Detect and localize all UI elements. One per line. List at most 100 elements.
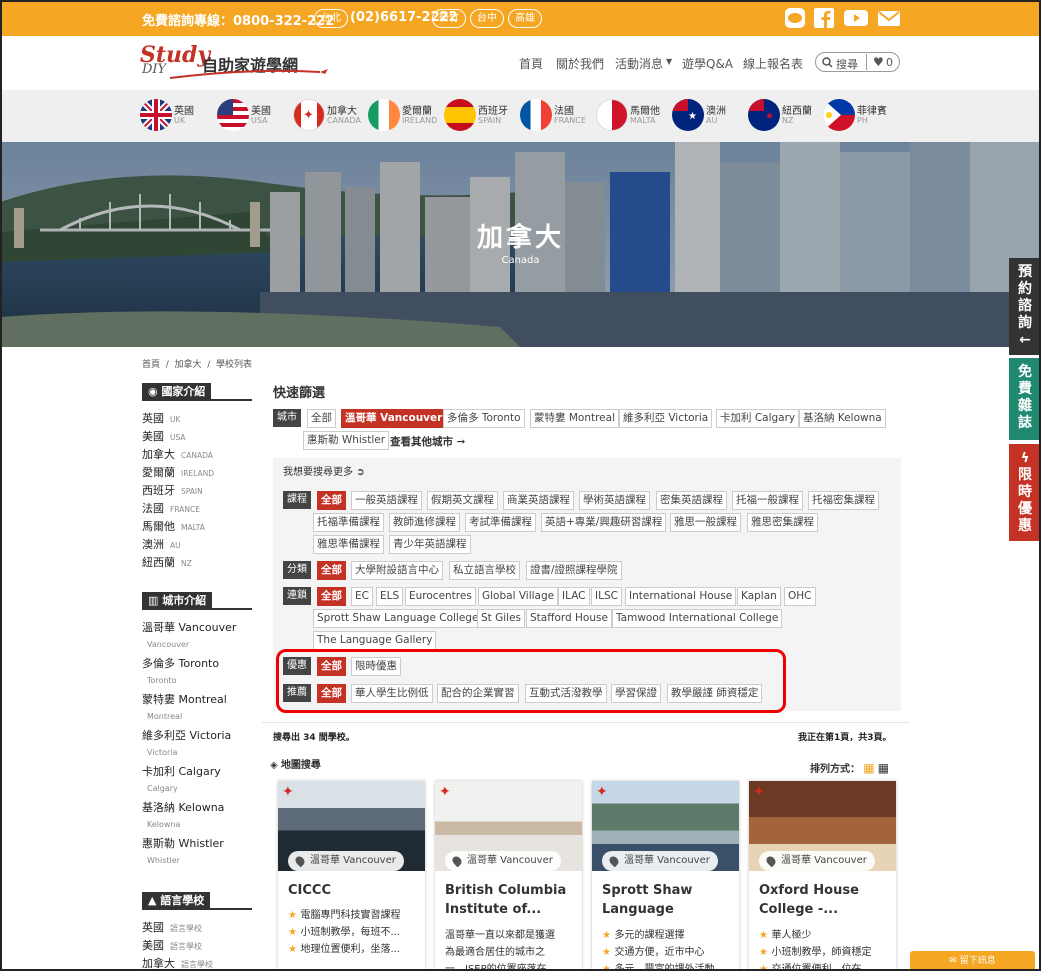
card-school-name[interactable]: British Columbia Institute of...	[445, 881, 577, 919]
sidebar-country-au[interactable]: 澳洲 AU	[142, 536, 181, 552]
side-tab-reservation[interactable]: 預約諮詢 ←	[1009, 258, 1041, 355]
more-cities-link[interactable]: 查看其他城市 ➞	[390, 434, 465, 449]
sidebar-country-nz[interactable]: 紐西蘭 NZ	[142, 554, 192, 570]
office-taichung-pill[interactable]: 台中	[470, 9, 504, 28]
search-more-toggle[interactable]: 我想要搜尋更多 ➲	[283, 463, 365, 478]
filter-tag[interactable]: Eurocentres	[405, 587, 476, 606]
sidebar-country-france[interactable]: 法國 FRANCE	[142, 500, 200, 516]
office-taipei-pill[interactable]: 台北	[314, 9, 348, 28]
facebook-icon[interactable]	[814, 8, 834, 28]
filter-tag[interactable]: 青少年英語課程	[389, 535, 471, 554]
filter-tag[interactable]: 惠斯勒 Whistler	[303, 431, 390, 450]
school-card[interactable]: ✦ 溫哥華 Vancouver Oxford House College -... ★…	[749, 781, 896, 971]
filter-tag[interactable]: Sprott Shaw Language College	[313, 609, 483, 628]
hero-title: 加拿大	[476, 223, 564, 253]
youtube-icon[interactable]	[844, 8, 868, 28]
sidebar-school-link[interactable]: 美國 語言學校	[142, 937, 202, 953]
nav-events[interactable]: 活動消息	[615, 55, 663, 72]
filter-tag[interactable]: 密集英語課程	[656, 491, 727, 510]
filter-tag[interactable]: Stafford House	[526, 609, 612, 628]
filter-tag[interactable]: 托福準備課程	[313, 513, 384, 532]
filter-tag[interactable]: 托福一般課程	[732, 491, 803, 510]
filter-tag[interactable]: 全部	[317, 491, 346, 510]
filter-tag[interactable]: 商業英語課程	[503, 491, 574, 510]
sidebar-city-whistler[interactable]: 惠斯勒 Whistler	[142, 835, 224, 851]
filter-tag[interactable]: 一般英語課程	[351, 491, 422, 510]
filter-tag[interactable]: 維多利亞 Victoria	[619, 409, 713, 428]
filter-tag[interactable]: 英語+專業/興趣研習課程	[541, 513, 667, 532]
sidebar-school-link[interactable]: 英國 語言學校	[142, 919, 202, 935]
card-school-name[interactable]: Oxford House College -...	[759, 881, 891, 919]
filter-tag[interactable]: 假期英文課程	[427, 491, 498, 510]
filter-tag[interactable]: Tamwood International College	[612, 609, 783, 628]
school-card[interactable]: ✦ 溫哥華 Vancouver British Columbia Institute…	[435, 781, 582, 971]
filter-tag[interactable]: 考試準備課程	[465, 513, 536, 532]
filter-tag[interactable]: 雅思一般課程	[670, 513, 741, 532]
search-button[interactable]: 搜尋 ♥ 0	[815, 52, 900, 72]
breadcrumb-canada[interactable]: 加拿大	[175, 360, 202, 370]
sidebar-country-spain[interactable]: 西班牙 SPAIN	[142, 482, 203, 498]
office-kaohsiung-pill[interactable]: 高雄	[508, 9, 542, 28]
nav-qa[interactable]: 遊學Q&A	[682, 55, 733, 72]
sidebar-city-vancouver[interactable]: 溫哥華 Vancouver	[142, 619, 236, 635]
list-view-icon[interactable]: ▦	[878, 761, 889, 775]
filter-tag[interactable]: EC	[351, 587, 373, 606]
sidebar-city-kelowna[interactable]: 基洛納 Kelowna	[142, 799, 224, 815]
sidebar-country-heading: ◉ 國家介紹	[142, 383, 252, 401]
filter-tag[interactable]: 全部	[317, 587, 346, 606]
map-search-button[interactable]: ◈ 地圖搜尋	[262, 756, 344, 776]
school-card[interactable]: ✦ 溫哥華 Vancouver Sprott Shaw Language Colle…	[592, 781, 739, 971]
sidebar-country-uk[interactable]: 英國 UK	[142, 410, 180, 426]
filter-tag[interactable]: 證書/證照課程學院	[526, 561, 622, 580]
sidebar-school-link[interactable]: 加拿大 語言學校	[142, 955, 213, 971]
sidebar-city-toronto[interactable]: 多倫多 Toronto	[142, 655, 219, 671]
side-tab-promotion[interactable]: ϟ 限時優惠	[1009, 444, 1041, 541]
sidebar-country-malta[interactable]: 馬爾他 MALTA	[142, 518, 205, 534]
sidebar-country-ireland[interactable]: 愛爾蘭 IRELAND	[142, 464, 214, 480]
card-city-badge: 溫哥華 Vancouver	[759, 851, 875, 871]
filter-tag[interactable]: 托福密集課程	[808, 491, 879, 510]
nav-signup[interactable]: 線上報名表	[743, 55, 803, 72]
filter-tag[interactable]: 大學附設語言中心	[351, 561, 443, 580]
filter-tag[interactable]: Kaplan	[737, 587, 781, 606]
leave-message-tab[interactable]: ✉ 留下訊息	[910, 951, 1035, 971]
filter-tag[interactable]: St Giles	[477, 609, 526, 628]
card-school-name[interactable]: CICCC	[288, 881, 420, 900]
filter-tag[interactable]: 卡加利 Calgary	[716, 409, 800, 428]
filter-tag[interactable]: 溫哥華 Vancouver	[341, 409, 447, 428]
filter-tag[interactable]: 雅思準備課程	[313, 535, 384, 554]
filter-tag[interactable]: 全部	[317, 561, 346, 580]
sidebar-country-usa[interactable]: 美國 USA	[142, 428, 186, 444]
sidebar-country-canada[interactable]: 加拿大 CANADA	[142, 446, 213, 462]
filter-tag[interactable]: ILSC	[591, 587, 622, 606]
filter-tag[interactable]: 基洛納 Kelowna	[799, 409, 886, 428]
card-school-name[interactable]: Sprott Shaw Language Colleg...	[602, 881, 734, 921]
filter-tag[interactable]: 雅思密集課程	[747, 513, 818, 532]
filter-tag[interactable]: The Language Gallery	[313, 631, 437, 650]
mail-icon[interactable]	[878, 8, 900, 28]
filter-tag[interactable]: 多倫多 Toronto	[443, 409, 525, 428]
sidebar-city-calgary[interactable]: 卡加利 Calgary	[142, 763, 221, 779]
filter-tag[interactable]: 私立語言學校	[449, 561, 520, 580]
nav-home[interactable]: 首頁	[519, 55, 543, 72]
sidebar-city-montreal[interactable]: 蒙特婁 Montreal	[142, 691, 227, 707]
filter-tag[interactable]: ELS	[376, 587, 404, 606]
filter-tag[interactable]: International House	[625, 587, 737, 606]
breadcrumb-home[interactable]: 首頁	[142, 360, 160, 370]
office-hsinchu-pill[interactable]: 新竹	[432, 9, 466, 28]
filter-tag[interactable]: OHC	[784, 587, 816, 606]
nav-about[interactable]: 關於我們	[556, 55, 604, 72]
grid-view-icon[interactable]: ▦	[863, 761, 874, 775]
school-card[interactable]: ✦ 溫哥華 Vancouver CICCC ★ 電腦專門科技實習課程 ★ 小班制教學，每…	[278, 781, 425, 971]
filter-tag[interactable]: 全部	[307, 409, 336, 428]
filter-tag[interactable]: 學術英語課程	[579, 491, 650, 510]
filter-tag[interactable]: ILAC	[558, 587, 590, 606]
filter-tag[interactable]: Global Village	[478, 587, 559, 606]
sidebar-city-victoria[interactable]: 維多利亞 Victoria	[142, 727, 231, 743]
highlight-annotation-box	[276, 649, 786, 713]
filter-tag[interactable]: 蒙特婁 Montreal	[530, 409, 619, 428]
line-icon[interactable]	[784, 8, 806, 28]
site-logo[interactable]: Study DIY 自助家遊學網	[140, 42, 330, 82]
filter-tag[interactable]: 教師進修課程	[389, 513, 460, 532]
side-tab-magazine[interactable]: 免費雜誌	[1009, 358, 1041, 440]
